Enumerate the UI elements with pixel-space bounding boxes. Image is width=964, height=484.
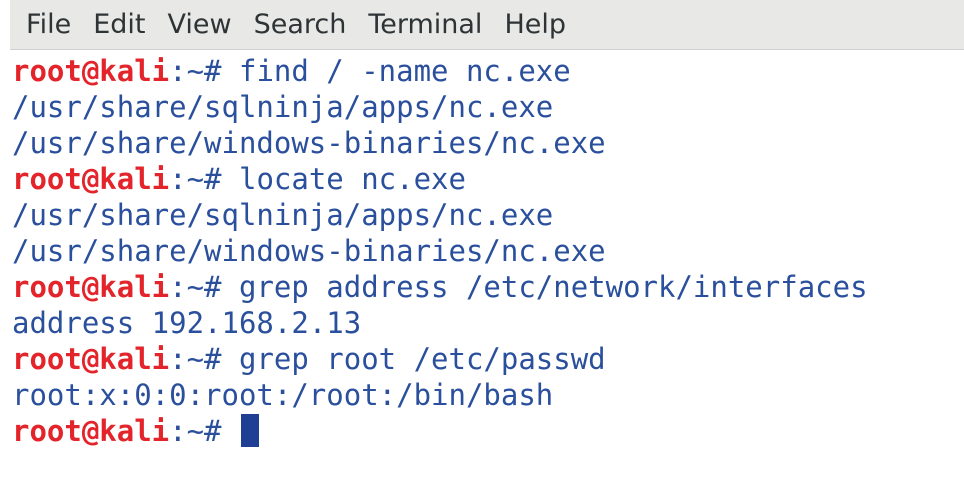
menu-file[interactable]: File (26, 9, 71, 40)
output-text: /usr/share/windows-binaries/nc.exe (12, 126, 606, 160)
prompt-line: root@kali:~# (12, 413, 964, 449)
menu-view[interactable]: View (167, 9, 231, 40)
output-text: root:x:0:0:root:/root:/bin/bash (12, 378, 554, 412)
prompt-path: :~# (169, 342, 239, 376)
output-line: /usr/share/windows-binaries/nc.exe (12, 125, 964, 161)
prompt-line: root@kali:~# locate nc.exe (12, 161, 964, 197)
command-text: grep address /etc/network/interfaces (238, 270, 868, 304)
terminal-window: File Edit View Search Terminal Help root… (0, 0, 964, 484)
output-line: /usr/share/sqlninja/apps/nc.exe (12, 197, 964, 233)
prompt-line: root@kali:~# grep root /etc/passwd (12, 341, 964, 377)
prompt-path: :~# (169, 54, 239, 88)
menu-terminal[interactable]: Terminal (368, 9, 482, 40)
prompt-line: root@kali:~# grep address /etc/network/i… (12, 269, 964, 305)
prompt-user: root@kali (12, 414, 170, 448)
text-cursor (240, 414, 259, 447)
prompt-user: root@kali (12, 342, 170, 376)
menu-bar: File Edit View Search Terminal Help (10, 0, 964, 50)
prompt-path: :~# (169, 414, 239, 448)
command-text: grep root /etc/passwd (238, 342, 606, 376)
output-text: /usr/share/sqlninja/apps/nc.exe (12, 90, 554, 124)
command-text: locate nc.exe (238, 162, 466, 196)
prompt-user: root@kali (12, 162, 170, 196)
command-text: find / -name nc.exe (238, 54, 571, 88)
menu-search[interactable]: Search (254, 9, 347, 40)
output-line: /usr/share/sqlninja/apps/nc.exe (12, 89, 964, 125)
terminal-output[interactable]: root@kali:~# find / -name nc.exe/usr/sha… (12, 53, 964, 484)
output-line: root:x:0:0:root:/root:/bin/bash (12, 377, 964, 413)
output-text: /usr/share/sqlninja/apps/nc.exe (12, 198, 554, 232)
prompt-path: :~# (169, 162, 239, 196)
prompt-path: :~# (169, 270, 239, 304)
output-line: address 192.168.2.13 (12, 305, 964, 341)
output-text: address 192.168.2.13 (12, 306, 362, 340)
menu-edit[interactable]: Edit (93, 9, 145, 40)
prompt-user: root@kali (12, 54, 170, 88)
prompt-line: root@kali:~# find / -name nc.exe (12, 53, 964, 89)
prompt-user: root@kali (12, 270, 170, 304)
menu-help[interactable]: Help (504, 9, 566, 40)
output-text: /usr/share/windows-binaries/nc.exe (12, 234, 606, 268)
output-line: /usr/share/windows-binaries/nc.exe (12, 233, 964, 269)
